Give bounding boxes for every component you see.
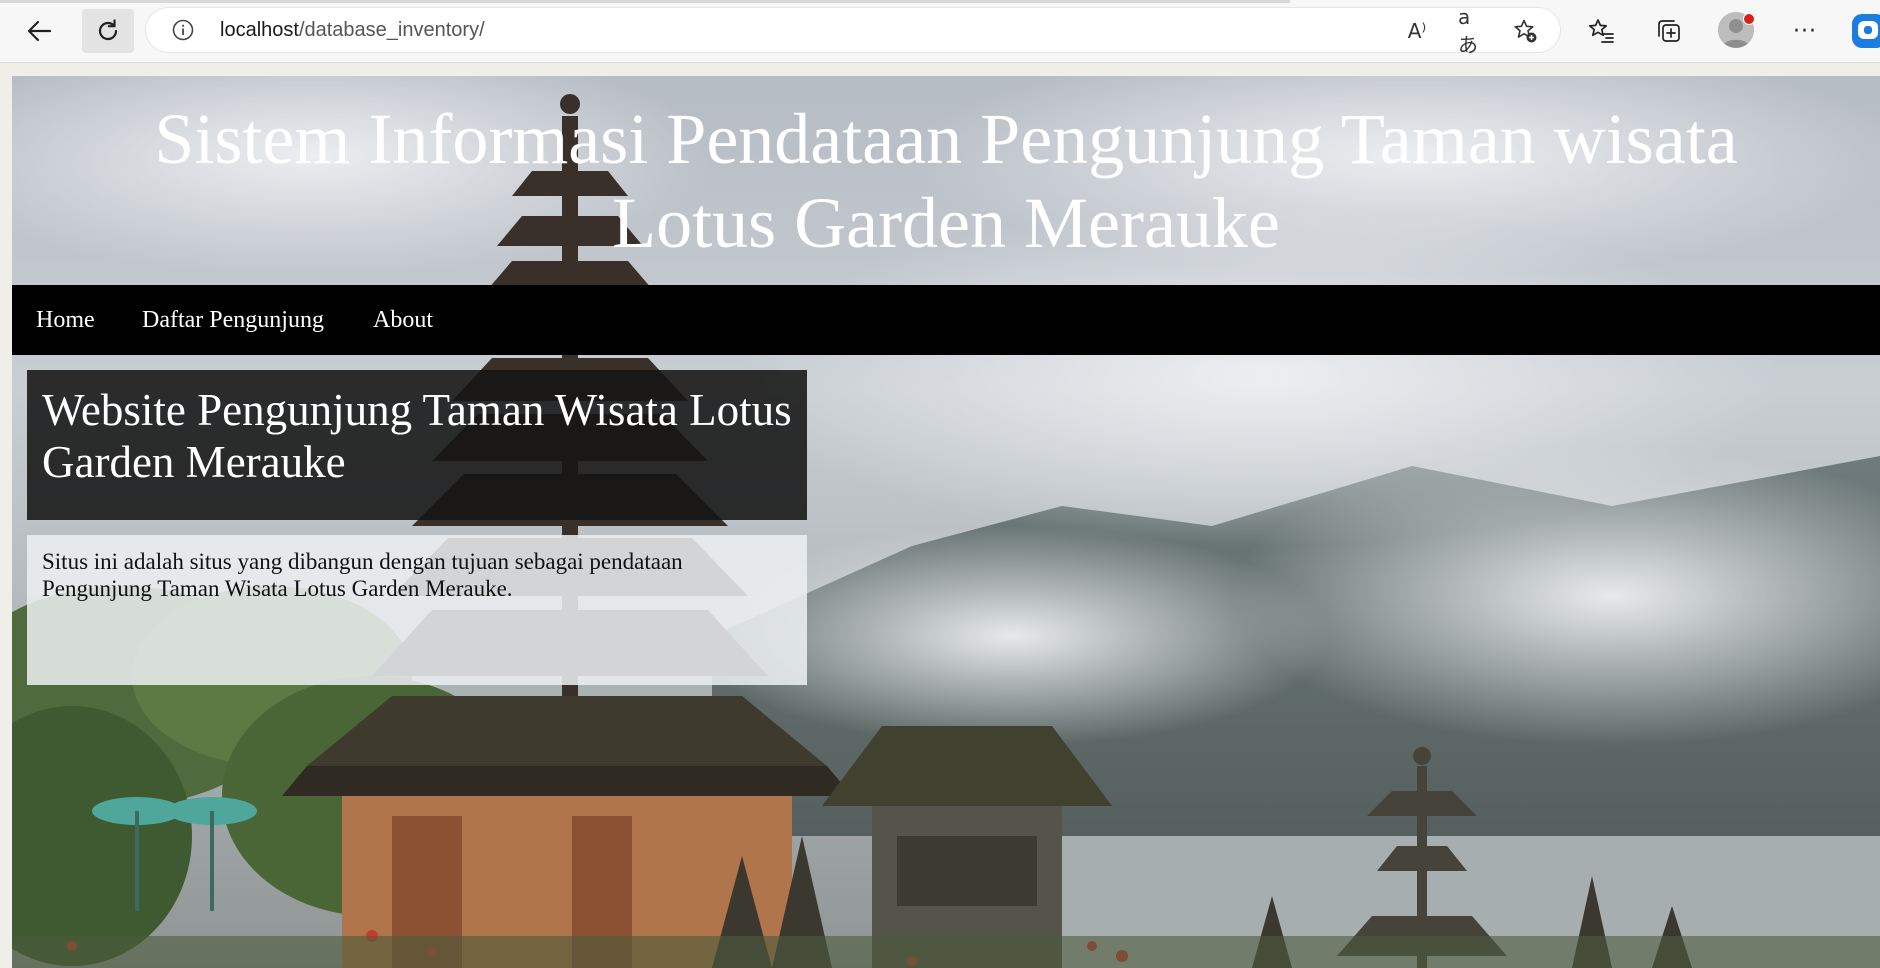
back-arrow-icon [27,20,52,42]
read-aloud-icon[interactable]: A⁾ [1404,18,1430,44]
loading-progress-bar [0,0,1290,3]
url-host: localhost [220,19,299,41]
star-plus-icon[interactable] [1512,18,1538,44]
content-heading-panel: Website Pengunjung Taman Wisata Lotus Ga… [27,370,807,520]
copilot-icon[interactable] [1848,10,1880,52]
reload-icon [98,19,118,41]
content-description: Situs ini adalah situs yang dibangun den… [42,549,683,601]
collections-icon[interactable] [1652,14,1686,48]
back-button[interactable] [18,10,60,52]
address-bar[interactable]: localhost/database_inventory/ A⁾ aあ [146,5,1560,57]
web-page: Sistem Informasi Pendataan Pengunjung Ta… [12,76,1880,968]
notification-dot [1743,13,1755,25]
content-heading: Website Pengunjung Taman Wisata Lotus Ga… [42,385,792,487]
translate-icon[interactable]: aあ [1458,5,1484,57]
favorites-icon[interactable] [1584,14,1618,48]
url-text[interactable]: localhost/database_inventory/ [220,19,485,42]
url-path: /database_inventory/ [298,19,485,41]
reload-button[interactable] [82,9,134,53]
nav-link-about[interactable]: About [373,307,433,334]
browser-toolbar: localhost/database_inventory/ A⁾ aあ ··· [0,0,1880,63]
nav-link-daftar-pengunjung[interactable]: Daftar Pengunjung [142,307,324,334]
info-icon[interactable] [172,19,194,41]
site-title: Sistem Informasi Pendataan Pengunjung Ta… [154,98,1738,263]
nav-link-home[interactable]: Home [36,307,95,334]
site-header: Sistem Informasi Pendataan Pengunjung Ta… [12,76,1880,285]
main-navigation: Home Daftar Pengunjung About [12,285,1880,355]
content-description-panel: Situs ini adalah situs yang dibangun den… [27,535,807,685]
more-icon[interactable]: ··· [1788,14,1822,48]
